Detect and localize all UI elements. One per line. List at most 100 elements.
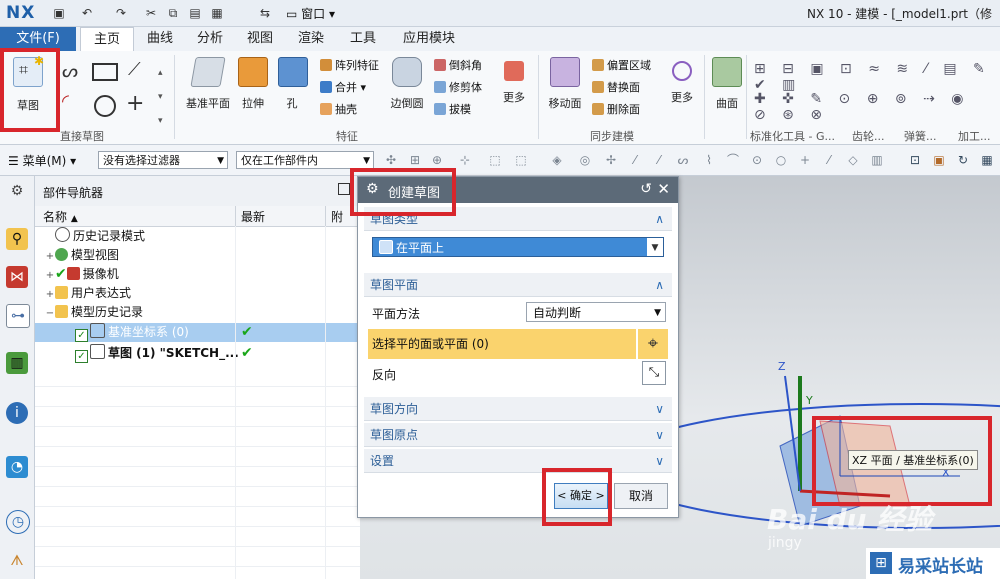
tree-item-history-mode[interactable]: 历史记录模式: [35, 227, 370, 246]
maximize-icon[interactable]: [338, 183, 350, 195]
col-name[interactable]: 名称 ▲: [43, 208, 78, 225]
section-sketch-origin[interactable]: 草图原点 ∨: [364, 423, 672, 447]
arc-center-icon[interactable]: ⊙: [750, 153, 764, 167]
zoom-icon[interactable]: ▣: [932, 153, 946, 167]
plane-method-dropdown[interactable]: 自动判断 ▼: [526, 302, 666, 322]
intersection-icon[interactable]: ⌒: [726, 153, 740, 167]
reuse-library-icon[interactable]: ▥: [6, 352, 28, 374]
section-sketch-plane[interactable]: 草图平面 ∧: [364, 273, 672, 297]
touch-mode-icon[interactable]: ⇆: [256, 4, 274, 22]
profile-icon[interactable]: ᔕ: [62, 61, 78, 82]
sketch-gallery-arrows[interactable]: ▴ ▾ ▾: [158, 61, 163, 133]
datum-plane-button[interactable]: 基准平面: [186, 57, 230, 111]
window-menu[interactable]: ▭ 窗口 ▾: [286, 5, 335, 22]
sketch-type-dropdown[interactable]: 在平面上 ▼: [372, 237, 664, 257]
trim-body-button[interactable]: 修剪体: [434, 79, 482, 95]
quadrant-icon[interactable]: ○: [774, 153, 788, 167]
circle-icon[interactable]: [94, 95, 116, 117]
assembly-navigator-icon[interactable]: ⚲: [6, 228, 28, 250]
collapse-icon[interactable]: −: [45, 304, 55, 323]
clock-icon[interactable]: ◷: [6, 510, 30, 534]
surface-button[interactable]: 曲面: [712, 57, 742, 111]
edge-blend-button[interactable]: 边倒圆: [390, 57, 424, 111]
col-latest[interactable]: 最新: [241, 208, 265, 225]
chamfer-button[interactable]: 倒斜角: [434, 57, 482, 73]
std-tools-icon-row-2[interactable]: ✚ ✜ ✎ ⊙ ⊕ ⊚ ⇢ ◉ ⊘ ⊛ ⊗: [754, 91, 994, 123]
paste-icon[interactable]: ▤: [186, 4, 204, 22]
tab-tools[interactable]: 工具: [343, 27, 383, 51]
select-lasso-icon[interactable]: ⬚: [514, 153, 528, 167]
draft-button[interactable]: 拔模: [434, 101, 471, 117]
constraint-navigator-icon[interactable]: ⋈: [6, 266, 28, 288]
pattern-feature-button[interactable]: 阵列特征: [320, 57, 379, 73]
cube-icon[interactable]: ◈: [550, 153, 564, 167]
tab-curve[interactable]: 曲线: [140, 27, 180, 51]
point-on-face-icon[interactable]: ◇: [846, 153, 860, 167]
replace-face-button[interactable]: 替换面: [592, 79, 640, 95]
snap-add-icon[interactable]: ⊕: [430, 153, 444, 167]
checkbox-icon[interactable]: ✓: [75, 329, 88, 342]
selection-filter-dropdown[interactable]: 没有选择过滤器 ▼: [98, 151, 228, 169]
repeat-command-icon[interactable]: ▦: [208, 4, 226, 22]
expand-icon[interactable]: +: [45, 285, 55, 304]
shell-button[interactable]: 抽壳: [320, 101, 357, 117]
move-face-button[interactable]: 移动面: [548, 57, 582, 111]
tree-item-model-history[interactable]: − 模型历史记录: [35, 303, 370, 322]
tab-home[interactable]: 主页: [80, 27, 134, 52]
expand-icon[interactable]: +: [45, 247, 55, 266]
bounded-grid-icon[interactable]: ▥: [870, 153, 884, 167]
reset-icon[interactable]: ↺: [640, 181, 652, 197]
cut-icon[interactable]: ✂: [142, 4, 160, 22]
offset-region-button[interactable]: 偏置区域: [592, 57, 651, 73]
part-navigator-icon[interactable]: ⊶: [6, 304, 30, 328]
selection-scope-dropdown[interactable]: 仅在工作部件内 ▼: [236, 151, 374, 169]
network-icon[interactable]: ✢: [604, 153, 618, 167]
col-extra[interactable]: 附: [331, 208, 343, 225]
more-sync-button[interactable]: 更多: [668, 57, 696, 105]
extrude-button[interactable]: 拉伸: [238, 57, 268, 111]
checkbox-icon[interactable]: ✓: [75, 350, 88, 363]
delete-face-button[interactable]: 删除面: [592, 101, 640, 117]
existing-point-icon[interactable]: +: [798, 153, 812, 167]
tab-analysis[interactable]: 分析: [190, 27, 230, 51]
tree-item-cameras[interactable]: +✔ 摄像机: [35, 265, 370, 284]
snap-grid-icon[interactable]: ⊞: [408, 153, 422, 167]
expand-icon[interactable]: +: [45, 266, 55, 285]
point-icon[interactable]: +: [126, 91, 144, 116]
copy-icon[interactable]: ⧉: [164, 4, 182, 22]
web-browser-icon[interactable]: i: [6, 402, 28, 424]
std-tools-icon-row-1[interactable]: ⊞ ⊟ ▣ ⊡ ≈ ≋ ⁄ ▤ ✎ ✔ ▥: [754, 61, 994, 93]
save-icon[interactable]: ▣: [50, 4, 68, 22]
tree-item-datum-csys[interactable]: ✓ 基准坐标系 (0) ✔: [35, 323, 360, 342]
tree-item-sketch[interactable]: ✓ 草图 (1) "SKETCH_... ✔: [35, 344, 400, 363]
line-icon[interactable]: ⟋: [128, 59, 141, 80]
mid-point-icon[interactable]: ⁄: [652, 153, 666, 167]
gear-icon[interactable]: ⚙: [6, 180, 28, 202]
section-sketch-orientation[interactable]: 草图方向 ∨: [364, 397, 672, 421]
curve-point-icon[interactable]: ᔕ: [676, 153, 690, 167]
close-icon[interactable]: ✕: [657, 180, 670, 198]
select-box-icon[interactable]: ⬚: [488, 153, 502, 167]
reverse-direction-icon[interactable]: ⤡: [642, 361, 666, 385]
rectangle-icon[interactable]: [92, 63, 118, 81]
snap-control-icon[interactable]: ⊹: [458, 153, 472, 167]
solid-icon[interactable]: ◎: [578, 153, 592, 167]
undo-icon[interactable]: ↶: [78, 4, 96, 22]
control-point-icon[interactable]: ⌇: [702, 153, 716, 167]
rotate-icon[interactable]: ↻: [956, 153, 970, 167]
cancel-button[interactable]: 取消: [614, 483, 668, 509]
snap-point-icon[interactable]: ✣: [384, 153, 398, 167]
select-planar-face-row[interactable]: 选择平的面或平面 (0): [368, 329, 636, 359]
tab-render[interactable]: 渲染: [291, 27, 331, 51]
redo-icon[interactable]: ↷: [112, 4, 130, 22]
hole-button[interactable]: 孔: [278, 57, 308, 111]
pan-icon[interactable]: ▦: [980, 153, 994, 167]
tree-item-model-views[interactable]: + 模型视图: [35, 246, 370, 265]
unite-button[interactable]: 合并 ▾: [320, 79, 366, 95]
menu-button[interactable]: ☰ 菜单(M) ▾: [8, 152, 76, 169]
crosshair-icon[interactable]: ⌖: [638, 329, 668, 359]
tab-applications[interactable]: 应用模块: [394, 27, 464, 51]
history-icon[interactable]: ◔: [6, 456, 28, 478]
section-settings[interactable]: 设置 ∨: [364, 449, 672, 473]
tree-item-user-expressions[interactable]: + 用户表达式: [35, 284, 370, 303]
